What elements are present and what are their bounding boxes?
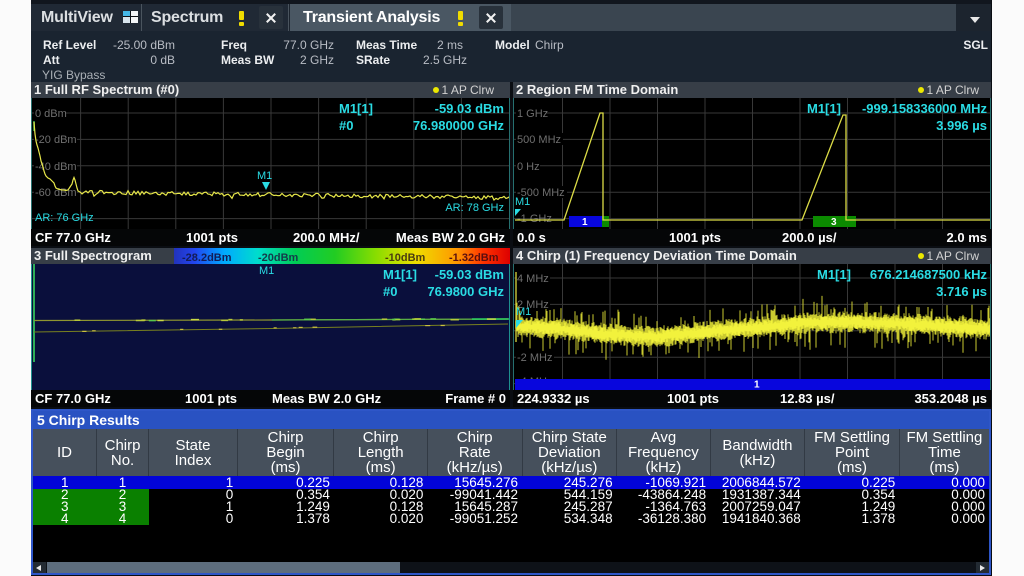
svg-text:-60 dBm: -60 dBm — [35, 187, 77, 199]
svg-text:-20 dBm: -20 dBm — [35, 134, 77, 146]
svg-text:3: 3 — [831, 217, 837, 228]
svg-text:4 MHz: 4 MHz — [517, 273, 549, 285]
svg-text:-2 MHz: -2 MHz — [517, 352, 552, 364]
svg-text:1: 1 — [582, 217, 588, 228]
svg-text:1: 1 — [754, 380, 760, 391]
svg-text:500 MHz: 500 MHz — [517, 134, 561, 146]
svg-text:0 Hz: 0 Hz — [517, 161, 540, 173]
svg-text:-1 GHz: -1 GHz — [517, 213, 552, 225]
svg-text:1 GHz: 1 GHz — [517, 108, 548, 120]
svg-text:0 dBm: 0 dBm — [35, 108, 67, 120]
